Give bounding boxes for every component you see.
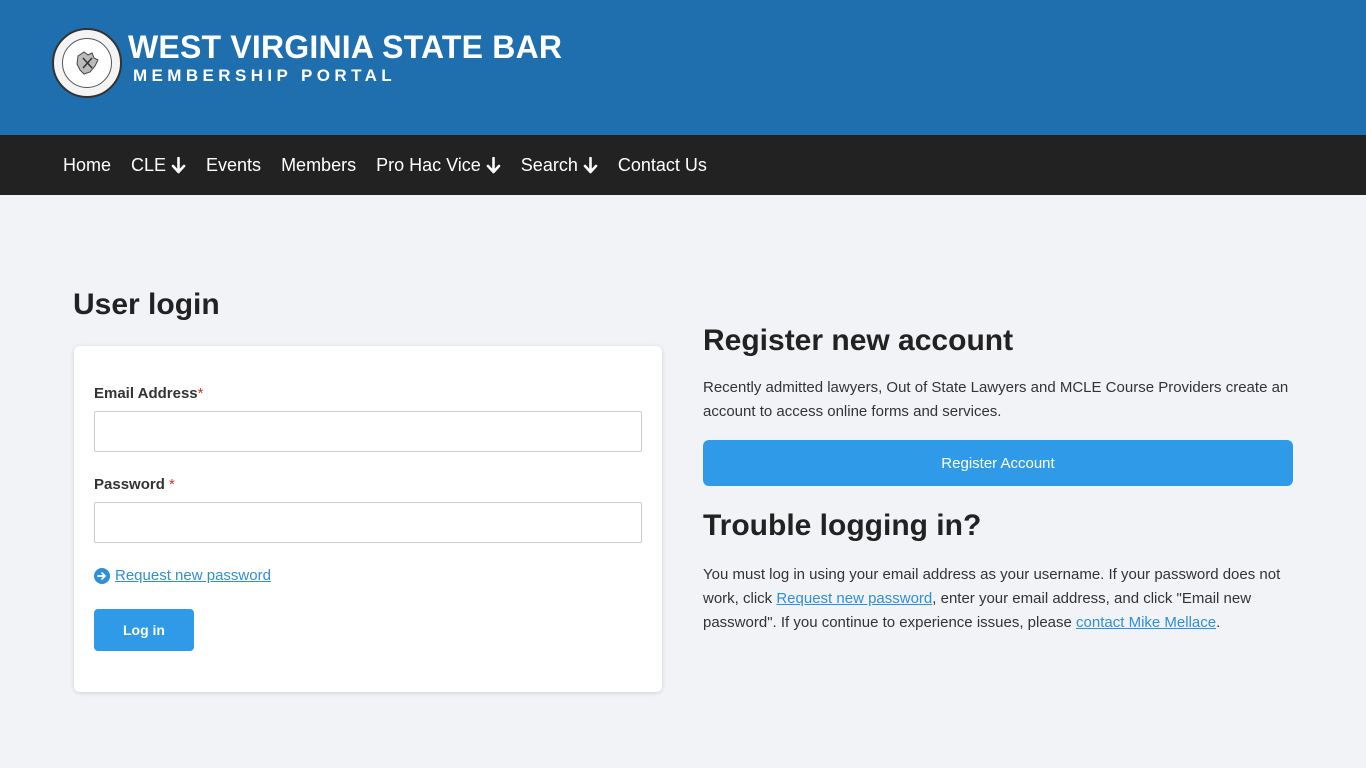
state-seal-icon bbox=[52, 28, 122, 98]
arrow-right-circle-icon bbox=[94, 567, 110, 584]
arrow-down-icon bbox=[171, 156, 186, 173]
trouble-description: You must log in using your email address… bbox=[703, 563, 1293, 635]
nav-item-members[interactable]: Members bbox=[281, 155, 356, 176]
password-label-text: Password bbox=[94, 476, 165, 493]
login-heading: User login bbox=[73, 288, 220, 321]
nav-item-events[interactable]: Events bbox=[206, 155, 261, 176]
site-subtitle: MEMBERSHIP PORTAL bbox=[133, 66, 397, 85]
email-label: Email Address* bbox=[94, 385, 204, 402]
nav-label: Events bbox=[206, 154, 262, 175]
nav-item-search[interactable]: Search bbox=[521, 155, 598, 176]
register-heading: Register new account bbox=[703, 324, 1014, 357]
site-header: WEST VIRGINIA STATE BAR MEMBERSHIP PORTA… bbox=[0, 0, 1366, 135]
login-button[interactable]: Log in bbox=[94, 609, 194, 651]
nav-label: CLE bbox=[131, 154, 167, 175]
main-nav: Home CLE Events Members Pro Hac Vice Sea… bbox=[0, 135, 1366, 195]
site-title: WEST VIRGINIA STATE BAR bbox=[128, 29, 563, 65]
main-content: User login Email Address* Password * Req… bbox=[0, 195, 1366, 768]
arrow-down-icon bbox=[486, 156, 501, 173]
right-column: Register new account Recently admitted l… bbox=[703, 323, 1293, 635]
contact-link[interactable]: contact Mike Mellace bbox=[1076, 614, 1216, 631]
password-label: Password * bbox=[94, 476, 175, 493]
nav-item-pro-hac-vice[interactable]: Pro Hac Vice bbox=[376, 155, 501, 176]
trouble-text: . bbox=[1216, 614, 1221, 631]
email-label-text: Email Address bbox=[94, 385, 198, 402]
register-account-button[interactable]: Register Account bbox=[703, 440, 1293, 486]
nav-item-contact-us[interactable]: Contact Us bbox=[618, 155, 707, 176]
nav-item-home[interactable]: Home bbox=[63, 155, 111, 176]
request-password-inline-link[interactable]: Request new password bbox=[776, 590, 932, 607]
required-marker: * bbox=[169, 476, 175, 493]
request-password-link[interactable]: Request new password bbox=[115, 567, 271, 584]
login-form: Email Address* Password * Request new pa… bbox=[74, 346, 662, 692]
nav-label: Home bbox=[63, 154, 112, 175]
request-password-row: Request new password bbox=[94, 567, 271, 584]
nav-item-cle[interactable]: CLE bbox=[131, 155, 186, 176]
required-marker: * bbox=[197, 385, 204, 402]
register-description: Recently admitted lawyers, Out of State … bbox=[703, 379, 1289, 420]
email-field[interactable] bbox=[94, 411, 642, 452]
trouble-heading: Trouble logging in? bbox=[703, 509, 982, 542]
arrow-down-icon bbox=[583, 156, 598, 173]
nav-label: Search bbox=[520, 154, 578, 175]
password-field[interactable] bbox=[94, 502, 642, 543]
site-logo[interactable]: WEST VIRGINIA STATE BAR MEMBERSHIP PORTA… bbox=[52, 28, 562, 98]
nav-label: Contact Us bbox=[617, 154, 707, 175]
nav-label: Pro Hac Vice bbox=[376, 154, 481, 175]
nav-label: Members bbox=[281, 154, 357, 175]
